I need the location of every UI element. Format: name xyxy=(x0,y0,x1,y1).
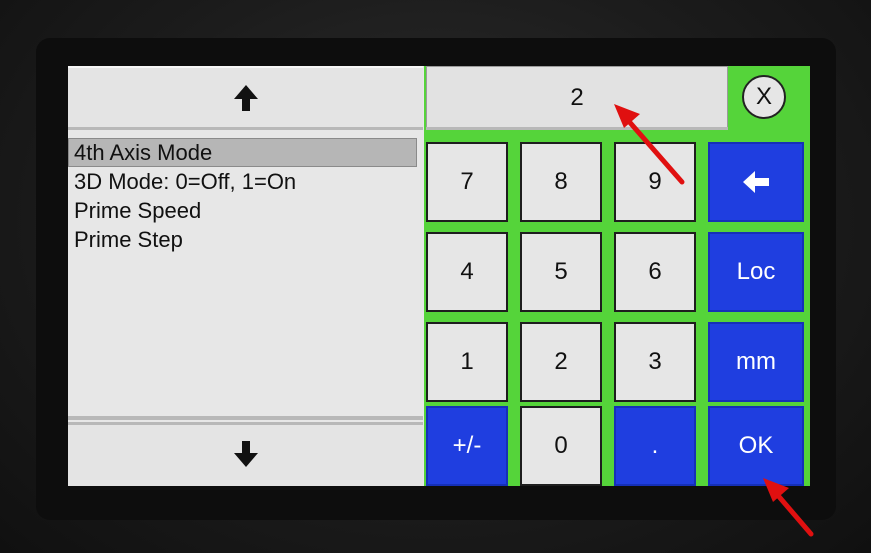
key-0[interactable]: 0 xyxy=(520,406,602,486)
list-divider xyxy=(68,416,423,420)
key-1[interactable]: 1 xyxy=(426,322,508,402)
value-display[interactable]: 2 xyxy=(426,66,728,130)
list-item-3d-mode[interactable]: 3D Mode: 0=Off, 1=On xyxy=(68,167,423,196)
close-button[interactable]: X xyxy=(742,75,786,119)
key-8[interactable]: 8 xyxy=(520,142,602,222)
touch-screen: 4th Axis Mode 3D Mode: 0=Off, 1=On Prime… xyxy=(68,66,810,486)
list-item-prime-step[interactable]: Prime Step xyxy=(68,225,423,254)
loc-button[interactable]: Loc xyxy=(708,232,804,312)
ok-button[interactable]: OK xyxy=(708,406,804,486)
list-item-4th-axis-mode[interactable]: 4th Axis Mode xyxy=(68,138,417,167)
scroll-down-button[interactable] xyxy=(68,422,423,486)
key-7[interactable]: 7 xyxy=(426,142,508,222)
scroll-up-button[interactable] xyxy=(68,66,423,130)
key-9[interactable]: 9 xyxy=(614,142,696,222)
settings-list-panel: 4th Axis Mode 3D Mode: 0=Off, 1=On Prime… xyxy=(68,66,423,486)
decimal-button[interactable]: . xyxy=(614,406,696,486)
key-4[interactable]: 4 xyxy=(426,232,508,312)
arrow-left-icon xyxy=(743,171,769,193)
backspace-button[interactable] xyxy=(708,142,804,222)
plus-minus-button[interactable]: +/- xyxy=(426,406,508,486)
arrow-down-icon xyxy=(233,441,258,467)
settings-list: 4th Axis Mode 3D Mode: 0=Off, 1=On Prime… xyxy=(68,138,423,418)
key-3[interactable]: 3 xyxy=(614,322,696,402)
list-item-prime-speed[interactable]: Prime Speed xyxy=(68,196,423,225)
mm-button[interactable]: mm xyxy=(708,322,804,402)
numeric-keypad: 2 X 7 8 9 4 5 6 Loc 1 2 3 mm +/- 0 . OK xyxy=(424,66,810,486)
key-6[interactable]: 6 xyxy=(614,232,696,312)
key-5[interactable]: 5 xyxy=(520,232,602,312)
key-2[interactable]: 2 xyxy=(520,322,602,402)
arrow-up-icon xyxy=(233,85,258,111)
